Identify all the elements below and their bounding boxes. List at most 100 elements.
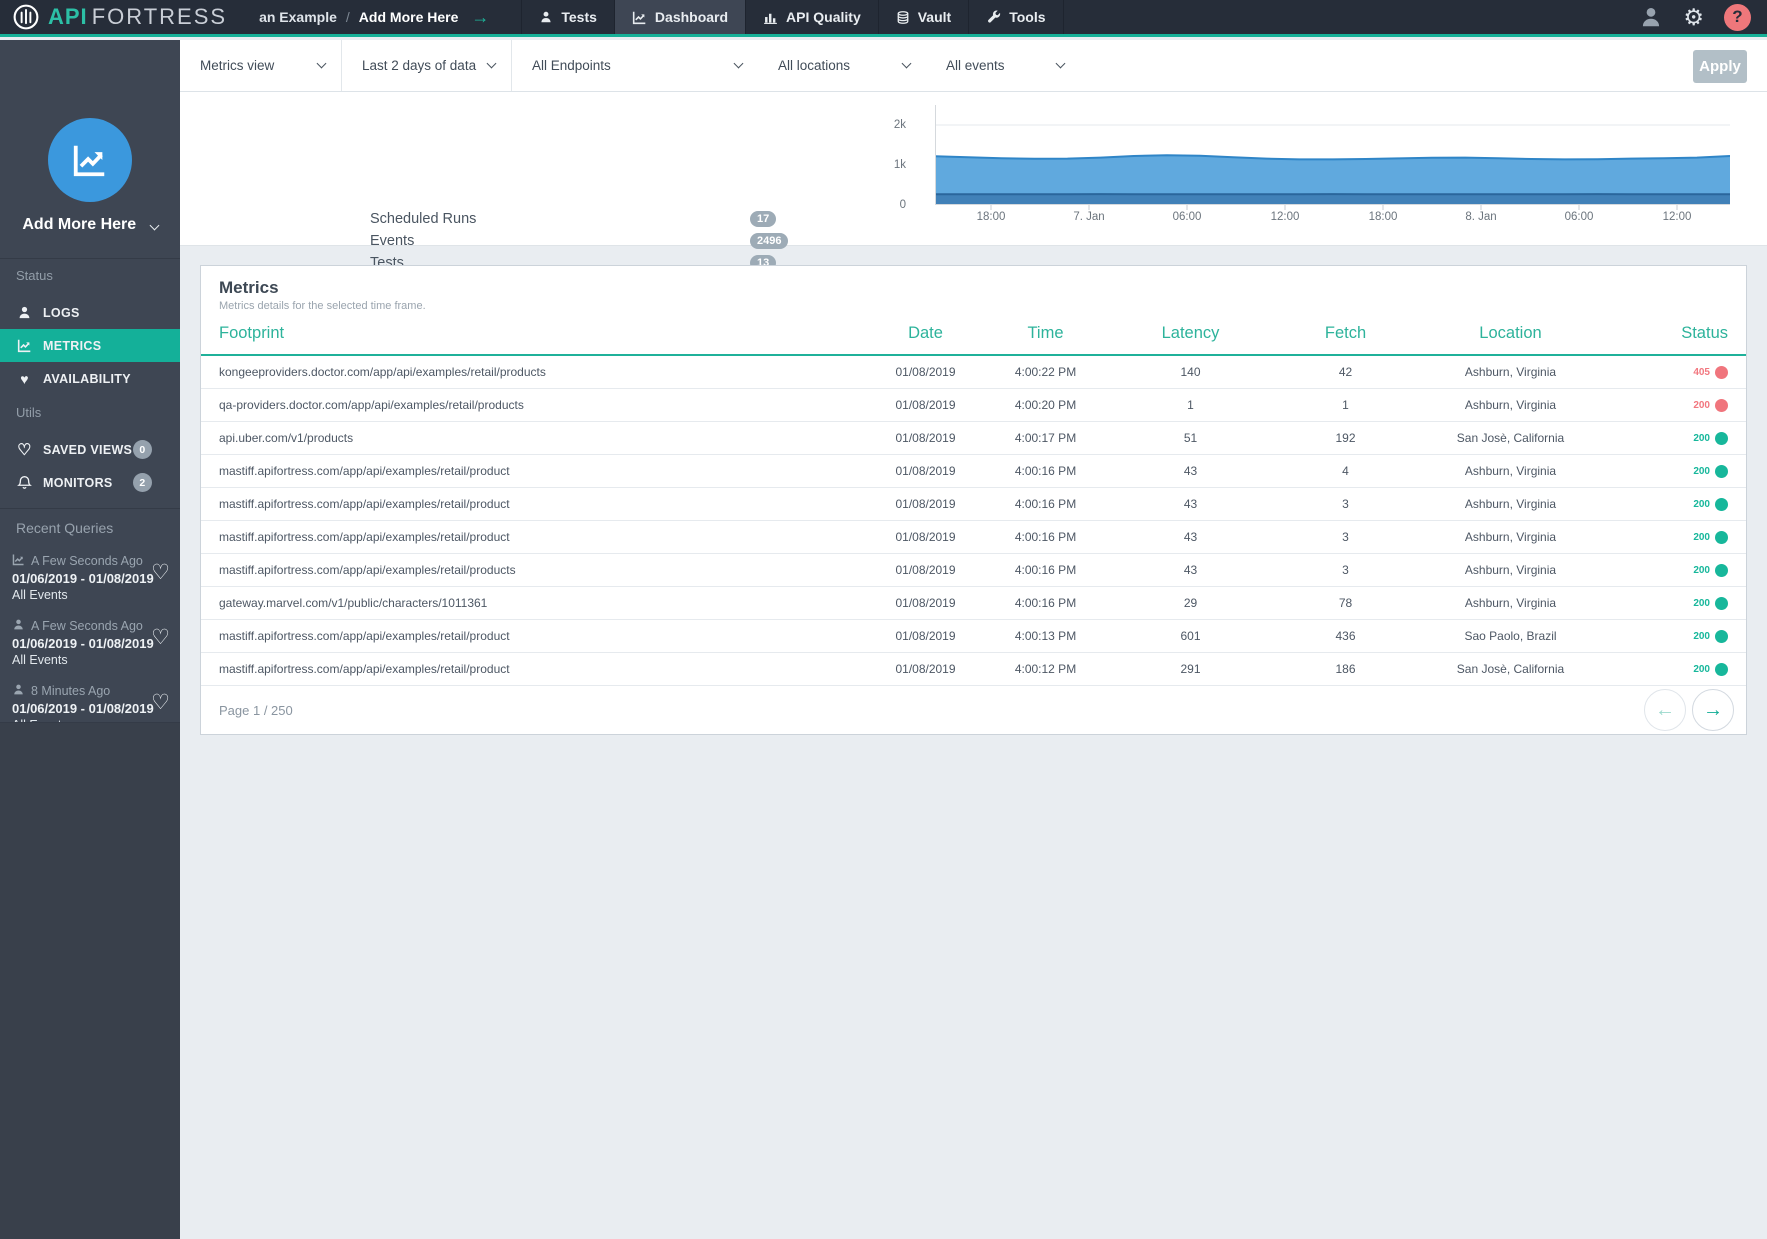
navbar-actions: ⚙ ? (1639, 0, 1767, 34)
endpoints-dropdown[interactable]: All Endpoints (512, 40, 758, 91)
saved-views-count-badge: 0 (133, 440, 152, 459)
col-status[interactable]: Status (1603, 324, 1728, 343)
sidebar-item-metrics[interactable]: METRICS (0, 329, 180, 362)
breadcrumb: an Example / Add More Here → (241, 0, 507, 34)
tab-label: Tools (1009, 9, 1045, 25)
breadcrumb-arrow-icon[interactable]: → (471, 8, 489, 26)
table-row[interactable]: qa-providers.doctor.com/app/api/examples… (201, 389, 1746, 422)
metrics-card: Metrics Metrics details for the selected… (200, 265, 1747, 735)
cell-location: San Josè, California (1418, 431, 1603, 445)
cell-footprint: api.uber.com/v1/products (219, 431, 868, 445)
project-avatar[interactable] (48, 118, 132, 202)
person-icon (539, 10, 553, 24)
x-tick-label: 7. Jan (1049, 211, 1129, 223)
cell-date: 01/08/2019 (868, 629, 983, 643)
cell-footprint: gateway.marvel.com/v1/public/characters/… (219, 596, 868, 610)
sidebar-item-availability[interactable]: ♥ AVAILABILITY (0, 362, 180, 395)
apply-button[interactable]: Apply (1693, 50, 1747, 83)
previous-page-button[interactable]: ← (1644, 689, 1686, 731)
table-row[interactable]: mastiff.apifortress.com/app/api/examples… (201, 488, 1746, 521)
col-time[interactable]: Time (983, 324, 1108, 343)
cell-status: 200 (1603, 465, 1728, 478)
favorite-heart-icon[interactable]: ♡ (151, 627, 170, 648)
person-icon (16, 305, 33, 320)
chart-area-events-band (935, 194, 1730, 205)
cell-date: 01/08/2019 (868, 431, 983, 445)
date-range-dropdown[interactable]: Last 2 days of data (342, 40, 512, 91)
cell-location: Sao Paolo, Brazil (1418, 629, 1603, 643)
cell-status: 200 (1603, 498, 1728, 511)
cell-location: Ashburn, Virginia (1418, 596, 1603, 610)
x-tick-label: 18:00 (1343, 211, 1423, 223)
gear-icon[interactable]: ⚙ (1683, 6, 1704, 29)
status-dot-icon (1715, 630, 1728, 643)
next-page-button[interactable]: → (1692, 689, 1734, 731)
apifortress-logo-icon (12, 3, 40, 31)
arrow-right-icon: → (1703, 699, 1723, 722)
locations-dropdown[interactable]: All locations (758, 40, 926, 91)
sidebar-item-saved-views[interactable]: ♡ SAVED VIEWS 0 (0, 433, 180, 466)
x-tick-label: 8. Jan (1441, 211, 1521, 223)
status-dot-icon (1715, 663, 1728, 676)
table-row[interactable]: mastiff.apifortress.com/app/api/examples… (201, 521, 1746, 554)
sidebar-item-label: AVAILABILITY (43, 372, 131, 386)
tab-api-quality[interactable]: API Quality (745, 0, 878, 34)
query-date-range: 01/06/2019 - 01/08/2019 (12, 571, 150, 586)
col-fetch[interactable]: Fetch (1273, 324, 1418, 343)
app-logo[interactable]: API FORTRESS (0, 0, 241, 34)
breadcrumb-page[interactable]: Add More Here (359, 9, 459, 25)
table-row[interactable]: mastiff.apifortress.com/app/api/examples… (201, 653, 1746, 686)
recent-query-item[interactable]: A Few Seconds Ago 01/06/2019 - 01/08/201… (0, 611, 180, 676)
line-chart-icon (632, 10, 647, 25)
section-label-status: Status (16, 268, 53, 283)
cell-status: 200 (1603, 564, 1728, 577)
date-range-value: Last 2 days of data (362, 58, 488, 73)
cell-time: 4:00:16 PM (983, 497, 1108, 511)
col-latency[interactable]: Latency (1108, 324, 1273, 343)
cell-time: 4:00:17 PM (983, 431, 1108, 445)
col-footprint[interactable]: Footprint (219, 324, 868, 343)
cell-fetch: 42 (1273, 365, 1418, 379)
tab-dashboard[interactable]: Dashboard (614, 0, 745, 34)
events-dropdown[interactable]: All events (926, 40, 1080, 91)
sidebar-item-logs[interactable]: LOGS (0, 296, 180, 329)
table-row[interactable]: mastiff.apifortress.com/app/api/examples… (201, 554, 1746, 587)
col-date[interactable]: Date (868, 324, 983, 343)
favorite-heart-icon[interactable]: ♡ (151, 562, 170, 583)
favorite-heart-icon[interactable]: ♡ (151, 692, 170, 713)
tab-tests[interactable]: Tests (521, 0, 614, 34)
bell-icon (16, 475, 33, 490)
recent-query-item[interactable]: A Few Seconds Ago 01/06/2019 - 01/08/201… (0, 546, 180, 611)
sidebar-item-monitors[interactable]: MONITORS 2 (0, 466, 180, 499)
sidebar-item-label: SAVED VIEWS (43, 443, 132, 457)
user-icon[interactable] (1639, 5, 1663, 29)
help-icon[interactable]: ? (1724, 4, 1751, 31)
project-selector[interactable]: Add More Here (0, 216, 180, 234)
status-dot-icon (1715, 498, 1728, 511)
locations-value: All locations (778, 58, 903, 73)
table-row[interactable]: gateway.marvel.com/v1/public/characters/… (201, 587, 1746, 620)
table-row[interactable]: mastiff.apifortress.com/app/api/examples… (201, 620, 1746, 653)
breadcrumb-project[interactable]: an Example (259, 9, 337, 25)
status-dot-icon (1715, 531, 1728, 544)
chevron-down-icon (734, 59, 744, 69)
tab-tools[interactable]: Tools (968, 0, 1063, 34)
table-footer: Page 1 / 250 ← → (201, 686, 1746, 734)
cell-latency: 43 (1108, 530, 1273, 544)
sidebar: Add More Here Status LOGS METRICS ♥ AVAI… (0, 40, 180, 1239)
cell-location: Ashburn, Virginia (1418, 398, 1603, 412)
chart-x-axis-labels: 18:007. Jan06:0012:0018:008. Jan06:0012:… (935, 211, 1730, 227)
sidebar-item-label: MONITORS (43, 476, 113, 490)
table-row[interactable]: kongeeproviders.doctor.com/app/api/examp… (201, 356, 1746, 389)
view-dropdown[interactable]: Metrics view (180, 40, 342, 91)
col-location[interactable]: Location (1418, 324, 1603, 343)
status-code: 200 (1693, 499, 1710, 510)
cell-fetch: 1 (1273, 398, 1418, 412)
cell-footprint: mastiff.apifortress.com/app/api/examples… (219, 497, 868, 511)
tab-vault[interactable]: Vault (878, 0, 968, 34)
table-row[interactable]: mastiff.apifortress.com/app/api/examples… (201, 455, 1746, 488)
chevron-down-icon (487, 59, 497, 69)
cell-latency: 1 (1108, 398, 1273, 412)
cell-fetch: 3 (1273, 497, 1418, 511)
table-row[interactable]: api.uber.com/v1/products 01/08/2019 4:00… (201, 422, 1746, 455)
